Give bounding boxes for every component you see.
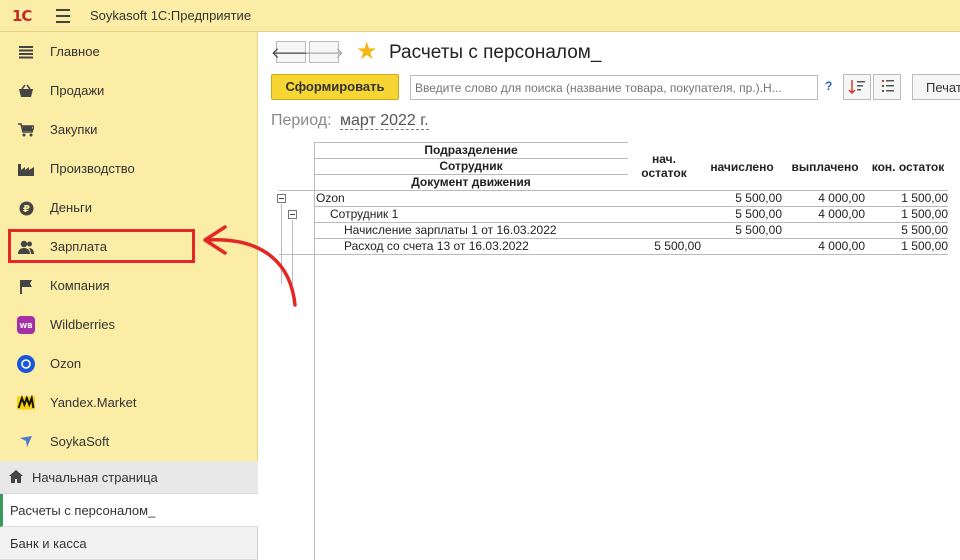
- row-name-employee: Сотрудник 1: [330, 207, 399, 221]
- column-rule: [314, 142, 315, 560]
- menu-lines-icon: [17, 43, 35, 61]
- open-form-tab[interactable]: Расчеты с персоналом_: [0, 494, 258, 527]
- list-icon: [882, 80, 894, 92]
- sidebar-item-label: Главное: [50, 44, 100, 59]
- arrow-right-icon: 🡒: [303, 44, 345, 62]
- wildberries-logo-icon: WB: [17, 316, 35, 334]
- sidebar-item-wildberries[interactable]: WB Wildberries: [0, 305, 258, 344]
- back-button[interactable]: 🡐: [271, 41, 311, 63]
- print-button[interactable]: Печать: [912, 74, 960, 100]
- sidebar-item-sales[interactable]: Продажи: [0, 71, 258, 110]
- form-title: Расчеты с персоналом_: [389, 42, 602, 63]
- header-subdivision: Подразделение: [424, 143, 518, 157]
- cell-closing: 1 500,00: [901, 239, 948, 253]
- svg-text:WB: WB: [19, 322, 32, 330]
- cell-opening: 5 500,00: [654, 239, 701, 253]
- open-form-label: Расчеты с персоналом_: [10, 503, 156, 518]
- header-opening-2: остаток: [641, 166, 687, 180]
- sidebar-item-label: Производство: [50, 161, 135, 176]
- row-name-document: Начисление зарплаты 1 от 16.03.2022: [344, 223, 557, 237]
- sidebar-item-label: Компания: [50, 278, 110, 293]
- period-label: Период:: [271, 112, 332, 129]
- sidebar-item-production[interactable]: Производство: [0, 149, 258, 188]
- sidebar-item-purchases[interactable]: Закупки: [0, 110, 258, 149]
- favorite-star-icon[interactable]: ★: [356, 40, 378, 64]
- highlight-frame: [8, 229, 195, 263]
- header-employee: Сотрудник: [439, 159, 503, 173]
- period-value-link[interactable]: март 2022 г.: [340, 112, 429, 130]
- row-rule: [279, 254, 948, 255]
- ruble-coin-icon: ₽: [17, 199, 35, 217]
- flag-icon: [17, 277, 35, 295]
- tree-line: [281, 204, 282, 284]
- main-menu-icon[interactable]: [56, 9, 70, 23]
- sidebar-item-main[interactable]: Главное: [0, 32, 258, 71]
- sort-icon: [848, 80, 865, 94]
- forward-button[interactable]: 🡒: [304, 41, 344, 63]
- sidebar-item-yandex-market[interactable]: Yandex.Market: [0, 383, 258, 422]
- factory-icon: [17, 160, 35, 178]
- header-paid: выплачено: [791, 160, 859, 174]
- cell-closing: 5 500,00: [901, 223, 948, 237]
- soykasoft-logo-icon: [17, 433, 35, 451]
- 1c-logo: 1C: [12, 7, 32, 25]
- sidebar-item-money[interactable]: ₽ Деньги: [0, 188, 258, 227]
- cart-icon: [17, 121, 35, 139]
- list-settings-button[interactable]: [873, 74, 901, 100]
- cell-accrued: 5 500,00: [735, 223, 782, 237]
- sidebar-item-label: SoykaSoft: [50, 434, 110, 449]
- header-document: Документ движения: [411, 175, 531, 189]
- row-name-document: Расход со счета 13 от 16.03.2022: [344, 239, 529, 253]
- header-accrued: начислено: [710, 160, 774, 174]
- cell-closing: 1 500,00: [901, 207, 948, 221]
- basket-icon: [17, 82, 35, 100]
- cell-paid: 4 000,00: [818, 239, 865, 253]
- bank-cash-label: Банк и касса: [10, 536, 87, 551]
- cell-accrued: 5 500,00: [735, 207, 782, 221]
- form-area: 🡐 🡒 ★ Расчеты с персоналом_ Сформировать…: [259, 32, 960, 560]
- sidebar-item-company[interactable]: Компания: [0, 266, 258, 305]
- row-name-subdivision: Ozon: [316, 191, 345, 205]
- sidebar-item-label: Yandex.Market: [50, 395, 137, 410]
- home-page-label: Начальная страница: [32, 470, 158, 485]
- sidebar-item-label: Продажи: [50, 83, 105, 98]
- cell-closing: 1 500,00: [901, 191, 948, 205]
- search-input[interactable]: [410, 75, 818, 100]
- header-closing: кон. остаток: [871, 160, 945, 174]
- sidebar-item-soykasoft[interactable]: SoykaSoft: [0, 422, 258, 461]
- bank-cash-link[interactable]: Банк и касса: [0, 527, 258, 560]
- app-window: 1C Soykasoft 1С:Предприятие Главное Прод…: [0, 0, 960, 560]
- title-bar: 1C Soykasoft 1С:Предприятие: [0, 0, 960, 32]
- sidebar-item-label: Ozon: [50, 356, 82, 371]
- ozon-logo-icon: [17, 355, 35, 373]
- sidebar-item-label: Деньги: [50, 200, 92, 215]
- svg-text:₽: ₽: [23, 204, 30, 215]
- home-page-link[interactable]: Начальная страница: [0, 461, 258, 494]
- generate-button[interactable]: Сформировать: [271, 74, 399, 100]
- sidebar-item-label: Закупки: [50, 122, 98, 137]
- app-title: Soykasoft 1С:Предприятие: [90, 8, 252, 23]
- open-windows-panel: Начальная страница Расчеты с персоналом_…: [0, 461, 258, 560]
- collapse-group-icon[interactable]: [288, 210, 297, 219]
- collapse-group-icon[interactable]: [277, 194, 286, 203]
- home-icon: [9, 470, 23, 488]
- sort-button[interactable]: [843, 74, 871, 100]
- report-sheet: Подразделение Сотрудник Документ движени…: [259, 140, 960, 560]
- cell-paid: 4 000,00: [818, 191, 865, 205]
- help-icon[interactable]: ?: [825, 79, 832, 93]
- cell-accrued: 5 500,00: [735, 191, 782, 205]
- yandex-market-logo-icon: [17, 394, 35, 412]
- tree-line: [292, 220, 293, 284]
- sidebar-item-ozon[interactable]: Ozon: [0, 344, 258, 383]
- header-opening: нач.: [652, 152, 676, 166]
- cell-paid: 4 000,00: [818, 207, 865, 221]
- sidebar-item-label: Wildberries: [50, 317, 116, 332]
